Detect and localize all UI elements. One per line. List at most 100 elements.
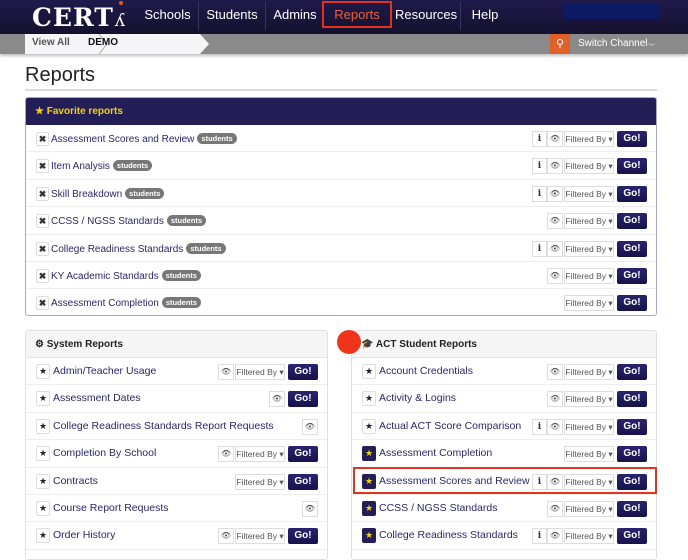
go-button[interactable]: Go! (617, 528, 647, 545)
favorite-toggle-button[interactable]: ★ (36, 473, 50, 489)
go-button[interactable]: Go! (617, 446, 647, 463)
filtered-by-dropdown[interactable]: Filtered By ▾ (564, 391, 614, 408)
filtered-by-dropdown[interactable]: Filtered By ▾ (564, 158, 614, 175)
favorite-toggle-button[interactable]: ★ (36, 446, 50, 462)
info-button[interactable]: i (532, 418, 547, 435)
report-name[interactable]: Contracts (53, 475, 98, 487)
remove-favorite-button[interactable]: ✖ (36, 268, 49, 283)
report-name[interactable]: College Readiness Standards students (51, 242, 226, 255)
preview-button[interactable]: 👁 (547, 391, 563, 408)
info-button[interactable]: i (532, 158, 547, 175)
preview-button[interactable]: 👁 (547, 500, 563, 517)
report-name[interactable]: Completion By School (53, 447, 156, 459)
user-account-area[interactable] (563, 3, 660, 19)
info-button[interactable]: i (532, 185, 547, 202)
nav-resources[interactable]: Resources (395, 0, 457, 34)
report-name[interactable]: College Readiness Standards Report Reque… (53, 420, 274, 432)
filtered-by-dropdown[interactable]: Filtered By ▾ (564, 267, 614, 284)
report-name[interactable]: Account Credentials (379, 365, 473, 377)
cert-logo[interactable]: CERTʎ (32, 1, 126, 32)
filtered-by-dropdown[interactable]: Filtered By ▾ (564, 213, 614, 230)
filtered-by-dropdown[interactable]: Filtered By ▾ (564, 364, 614, 380)
report-name[interactable]: Skill Breakdown students (51, 187, 165, 200)
report-name[interactable]: Assessment Completion (379, 447, 492, 459)
preview-button[interactable]: 👁 (547, 131, 563, 147)
preview-button[interactable]: 👁 (547, 240, 563, 257)
favorite-toggle-button[interactable]: ★ (36, 364, 50, 379)
report-name[interactable]: Assessment Scores and Review students (51, 133, 237, 145)
remove-favorite-button[interactable]: ✖ (36, 132, 49, 146)
filtered-by-dropdown[interactable]: Filtered By ▾ (564, 240, 614, 257)
switch-channel-dropdown[interactable]: Switch Channel (578, 38, 647, 49)
report-name[interactable]: College Readiness Standards (379, 529, 518, 541)
preview-button[interactable]: 👁 (218, 528, 234, 545)
favorite-toggle-button[interactable]: ★ (362, 528, 376, 544)
go-button[interactable]: Go! (617, 364, 647, 380)
filtered-by-dropdown[interactable]: Filtered By ▾ (235, 473, 285, 490)
preview-button[interactable]: 👁 (547, 364, 563, 380)
go-button[interactable]: Go! (288, 446, 318, 463)
preview-button[interactable]: 👁 (302, 500, 318, 517)
favorite-toggle-button[interactable]: ★ (36, 391, 50, 407)
remove-favorite-button[interactable]: ✖ (36, 241, 49, 256)
preview-button[interactable]: 👁 (302, 418, 318, 435)
report-name[interactable]: Assessment Dates (53, 392, 141, 404)
favorite-toggle-button[interactable]: ★ (36, 500, 50, 516)
filtered-by-dropdown[interactable]: Filtered By ▾ (564, 185, 614, 202)
go-button[interactable]: Go! (617, 240, 647, 257)
preview-button[interactable]: 👁 (547, 185, 563, 202)
filtered-by-dropdown[interactable]: Filtered By ▾ (564, 500, 614, 517)
remove-favorite-button[interactable]: ✖ (36, 186, 49, 201)
nav-help[interactable]: Help (465, 0, 505, 34)
preview-button[interactable]: 👁 (218, 446, 234, 463)
go-button[interactable]: Go! (617, 158, 647, 175)
filtered-by-dropdown[interactable]: Filtered By ▾ (564, 295, 614, 312)
info-button[interactable]: i (532, 240, 547, 257)
report-name[interactable]: Item Analysis students (51, 160, 153, 172)
go-button[interactable]: Go! (617, 185, 647, 202)
go-button[interactable]: Go! (617, 131, 647, 147)
report-name[interactable]: Activity & Logins (379, 392, 456, 404)
preview-button[interactable]: 👁 (269, 391, 285, 408)
favorite-toggle-button[interactable]: ★ (362, 364, 376, 379)
filtered-by-dropdown[interactable]: Filtered By ▾ (564, 528, 614, 545)
favorite-toggle-button[interactable]: ★ (36, 528, 50, 544)
filtered-by-dropdown[interactable]: Filtered By ▾ (235, 364, 285, 380)
nav-admins[interactable]: Admins (268, 0, 322, 34)
report-name[interactable]: Admin/Teacher Usage (53, 365, 156, 377)
chevron-down-icon[interactable]: ⌄ (645, 36, 659, 49)
nav-schools[interactable]: Schools (140, 0, 195, 34)
favorite-toggle-button[interactable]: ★ (362, 391, 376, 407)
remove-favorite-button[interactable]: ✖ (36, 214, 49, 229)
preview-button[interactable]: 👁 (218, 364, 234, 380)
go-button[interactable]: Go! (617, 267, 647, 284)
search-button[interactable]: ⚲ (550, 34, 570, 54)
go-button[interactable]: Go! (617, 418, 647, 435)
filtered-by-dropdown[interactable]: Filtered By ▾ (564, 446, 614, 463)
go-button[interactable]: Go! (617, 213, 647, 230)
report-name[interactable]: Actual ACT Score Comparison (379, 420, 521, 432)
filtered-by-dropdown[interactable]: Filtered By ▾ (235, 528, 285, 545)
preview-button[interactable]: 👁 (547, 418, 563, 435)
favorite-toggle-button[interactable]: ★ (362, 446, 376, 462)
breadcrumb-view-all[interactable]: View All (32, 37, 70, 48)
favorite-toggle-button[interactable]: ★ (36, 418, 50, 434)
preview-button[interactable]: 👁 (547, 213, 563, 230)
favorite-toggle-button[interactable]: ★ (362, 418, 376, 434)
breadcrumb-demo[interactable]: DEMO (88, 37, 118, 48)
favorite-toggle-button[interactable]: ★ (362, 500, 376, 516)
go-button[interactable]: Go! (288, 473, 318, 490)
report-name[interactable]: Course Report Requests (53, 502, 169, 514)
filtered-by-dropdown[interactable]: Filtered By ▾ (564, 418, 614, 435)
report-name[interactable]: Assessment Completion students (51, 297, 202, 309)
remove-favorite-button[interactable]: ✖ (36, 296, 49, 311)
filtered-by-dropdown[interactable]: Filtered By ▾ (564, 131, 614, 147)
go-button[interactable]: Go! (288, 391, 318, 408)
preview-button[interactable]: 👁 (547, 158, 563, 175)
report-name[interactable]: CCSS / NGSS Standards (379, 502, 497, 514)
report-name[interactable]: CCSS / NGSS Standards students (51, 215, 207, 227)
go-button[interactable]: Go! (288, 364, 318, 380)
report-name[interactable]: Order History (53, 529, 115, 541)
preview-button[interactable]: 👁 (547, 528, 563, 545)
go-button[interactable]: Go! (617, 391, 647, 408)
